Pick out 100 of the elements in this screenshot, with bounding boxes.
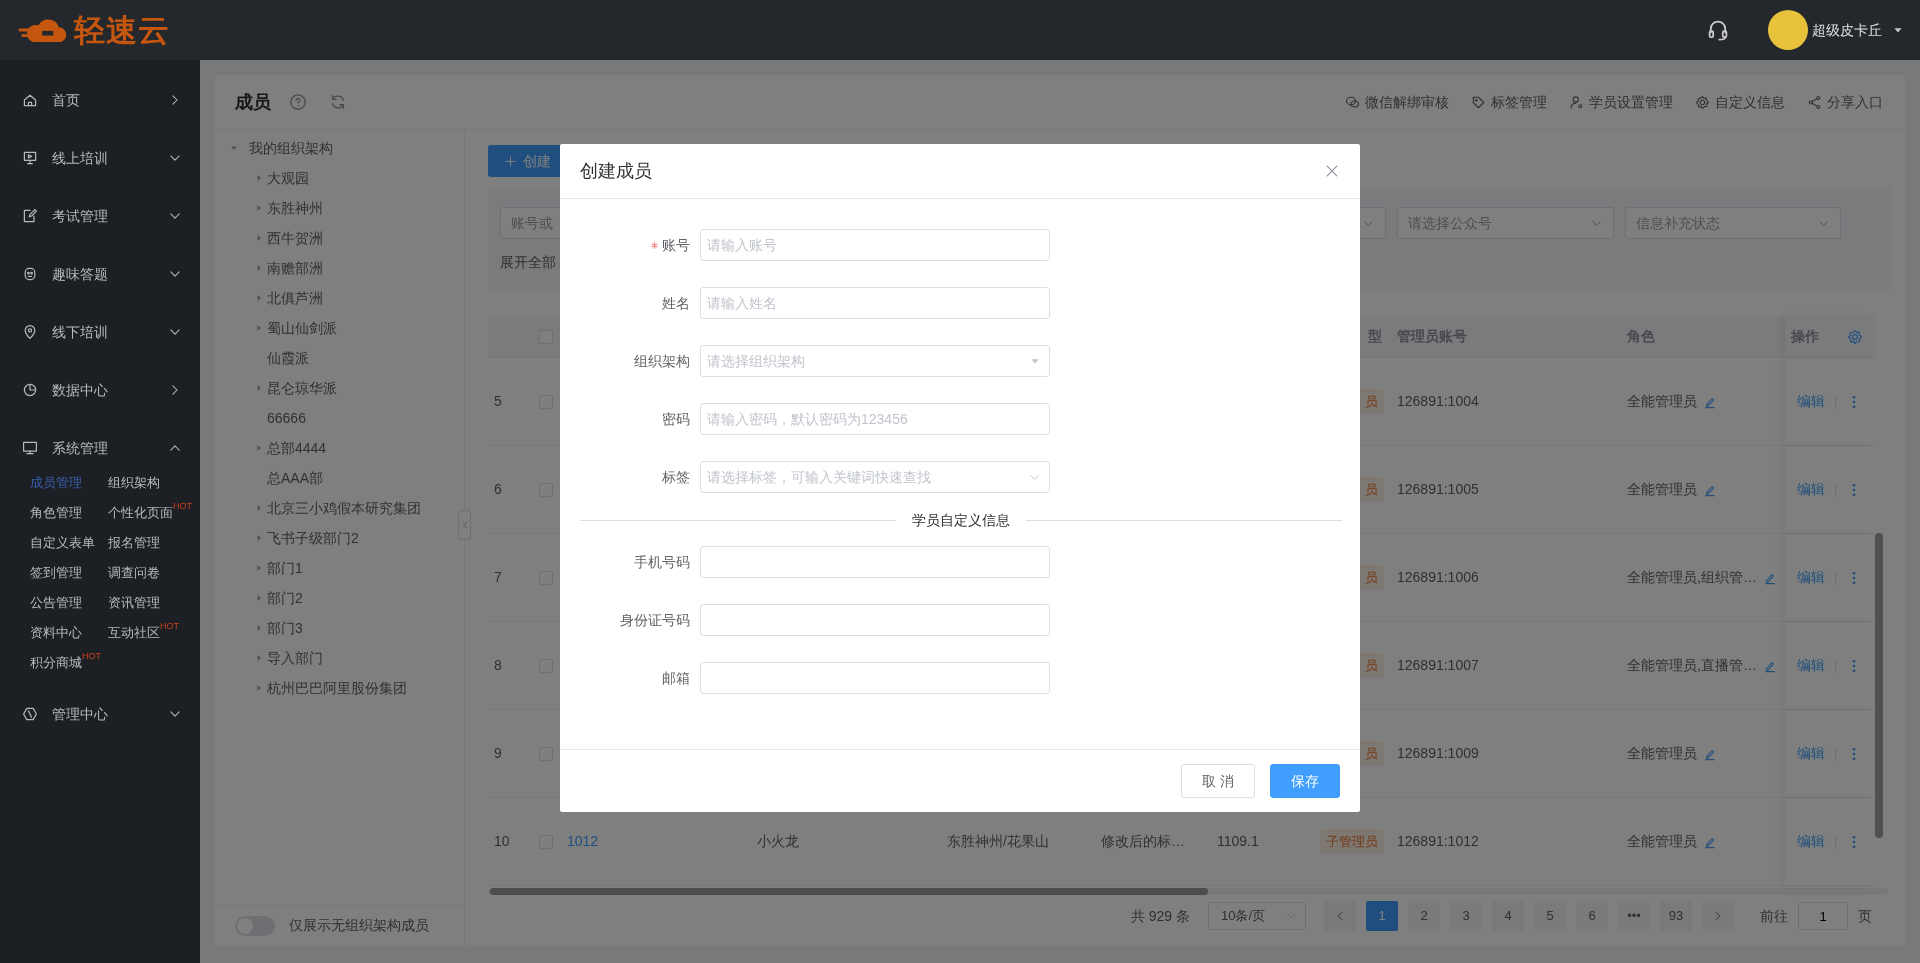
total-count: 共 929 条 — [1130, 906, 1190, 926]
sidebar-item[interactable]: 趣味答题 — [0, 245, 200, 303]
page-button[interactable]: 93 — [1660, 901, 1692, 931]
submenu-item[interactable]: 互动社区 — [108, 623, 160, 643]
sidebar-item[interactable]: 线上培训 — [0, 129, 200, 187]
tree-item[interactable]: 总AAA部 — [267, 467, 323, 489]
gear-icon[interactable] — [1695, 94, 1710, 110]
expand-all-link[interactable]: 展开全部 — [500, 252, 556, 273]
tree-item[interactable]: 66666 — [267, 407, 306, 429]
tag-icon[interactable] — [1471, 94, 1486, 110]
user-icon[interactable] — [1569, 94, 1584, 110]
tree-item[interactable]: 部门1 — [267, 557, 303, 579]
field-label: 密码 — [662, 409, 690, 429]
row-number: 6 — [494, 480, 502, 499]
save-button[interactable]: 保存 — [1270, 764, 1340, 798]
toolbar-link[interactable]: 学员设置管理 — [1589, 91, 1673, 113]
input-field[interactable] — [700, 662, 1050, 694]
table-cell-text: 全能管理员 — [1627, 744, 1697, 763]
user-avatar[interactable] — [1768, 10, 1808, 50]
edit-link[interactable]: 编辑 — [1797, 567, 1825, 588]
tree-item[interactable]: 南赡部洲 — [267, 257, 323, 279]
user-name[interactable]: 超级皮卡丘 — [1812, 19, 1882, 41]
tree-item[interactable]: 仙霞派 — [267, 347, 309, 369]
input-field[interactable]: 请输入密码，默认密码为123456 — [700, 403, 1050, 435]
chat-bubbles-icon[interactable] — [1345, 94, 1360, 110]
submenu-item[interactable]: 报名管理 — [108, 533, 160, 553]
sidebar-item[interactable]: 线下培训 — [0, 303, 200, 361]
toolbar-link[interactable]: 标签管理 — [1491, 91, 1547, 113]
submenu-item[interactable]: 公告管理 — [30, 593, 82, 613]
tree-item[interactable]: 东胜神州 — [267, 197, 323, 219]
table-cell-text: 全能管理员,组织管… — [1627, 568, 1757, 587]
page-button[interactable]: 3 — [1450, 901, 1482, 931]
tree-item[interactable]: 飞书子级部门2 — [267, 527, 359, 549]
cancel-button[interactable]: 取 消 — [1181, 764, 1255, 798]
tree-item[interactable]: 导入部门 — [267, 647, 323, 669]
tree-item[interactable]: 总部4444 — [267, 437, 327, 459]
input-field[interactable]: 请输入账号 — [700, 229, 1050, 261]
edit-link[interactable]: 编辑 — [1797, 479, 1825, 500]
submenu-item[interactable]: 资料中心 — [30, 623, 82, 643]
refresh-icon[interactable] — [329, 93, 347, 111]
toolbar-link[interactable]: 自定义信息 — [1715, 91, 1785, 113]
page-button[interactable]: 1 — [1366, 901, 1398, 931]
submenu-item[interactable]: 调查问卷 — [108, 563, 160, 583]
input-field[interactable] — [700, 604, 1050, 636]
page-button[interactable]: 6 — [1576, 901, 1608, 931]
input-field[interactable]: 请输入姓名 — [700, 287, 1050, 319]
input-field[interactable] — [700, 546, 1050, 578]
scrollbar[interactable] — [1875, 533, 1883, 838]
submenu-item[interactable]: 积分商城 — [30, 653, 82, 673]
row-number: 8 — [494, 656, 502, 675]
scrollbar[interactable] — [490, 888, 1208, 895]
edit-link[interactable]: 编辑 — [1797, 655, 1825, 676]
type-tag: 员 — [1359, 388, 1384, 415]
submenu-item[interactable]: 个性化页面 — [108, 503, 173, 523]
select-field[interactable]: 请选择组织架构 — [700, 345, 1050, 377]
tree-item[interactable]: 部门2 — [267, 587, 303, 609]
account-link[interactable]: 1012 — [567, 831, 599, 852]
toolbar-link[interactable]: 微信解绑审核 — [1365, 91, 1449, 113]
tree-item[interactable]: 北京三小鸡假本研究集团 — [267, 497, 421, 519]
tree-item[interactable]: 北俱芦洲 — [267, 287, 323, 309]
sidebar-item[interactable]: 考试管理 — [0, 187, 200, 245]
select-field[interactable]: 请选择标签，可输入关键词快速查找 — [700, 461, 1050, 493]
home-icon — [22, 92, 38, 108]
robot-face-icon — [22, 266, 38, 282]
submenu-item[interactable]: 角色管理 — [30, 503, 82, 523]
headset-icon[interactable] — [1706, 18, 1730, 42]
table-cell-text: 全能管理员,直播管… — [1627, 656, 1757, 675]
page-size-select[interactable]: 10条/页 — [1208, 902, 1306, 930]
field-label: 身份证号码 — [620, 610, 690, 630]
tree-item[interactable]: 西牛贺洲 — [267, 227, 323, 249]
tree-item[interactable]: 我的组织架构 — [249, 137, 333, 159]
edit-link[interactable]: 编辑 — [1797, 831, 1825, 852]
tree-item[interactable]: 部门3 — [267, 617, 303, 639]
submenu-item[interactable]: 签到管理 — [30, 563, 82, 583]
page-button[interactable]: 4 — [1492, 901, 1524, 931]
edit-link[interactable]: 编辑 — [1797, 743, 1825, 764]
help-icon[interactable] — [289, 93, 307, 111]
logo-text: 轻速云 — [74, 14, 170, 46]
tree-item[interactable]: 蜀山仙剑派 — [267, 317, 337, 339]
submenu-item[interactable]: 资讯管理 — [108, 593, 160, 613]
tree-item[interactable]: 昆仑琼华派 — [267, 377, 337, 399]
toolbar-link[interactable]: 分享入口 — [1827, 91, 1883, 113]
table-cell-text: 全能管理员 — [1627, 392, 1697, 411]
sidebar-item[interactable]: 首页 — [0, 71, 200, 129]
tree-item[interactable]: 杭州巴巴阿里股份集团 — [267, 677, 407, 699]
field-label: 手机号码 — [634, 552, 690, 572]
table-cell-text: 修改后的标… — [1101, 832, 1185, 851]
type-tag: 员 — [1359, 564, 1384, 591]
edit-link[interactable]: 编辑 — [1797, 391, 1825, 412]
settings-icon[interactable] — [1847, 328, 1863, 345]
page-button[interactable]: ••• — [1618, 901, 1650, 931]
page-button[interactable]: 5 — [1534, 901, 1566, 931]
close-icon[interactable] — [1324, 163, 1340, 179]
sidebar-item[interactable]: 数据中心 — [0, 361, 200, 419]
share-icon[interactable] — [1807, 94, 1822, 110]
submenu-item[interactable]: 自定义表单 — [30, 533, 95, 553]
page-button[interactable]: 2 — [1408, 901, 1440, 931]
sidebar-item[interactable]: 管理中心 — [0, 685, 200, 743]
page-input[interactable]: 1 — [1798, 902, 1848, 930]
tree-item[interactable]: 大观园 — [267, 167, 309, 189]
